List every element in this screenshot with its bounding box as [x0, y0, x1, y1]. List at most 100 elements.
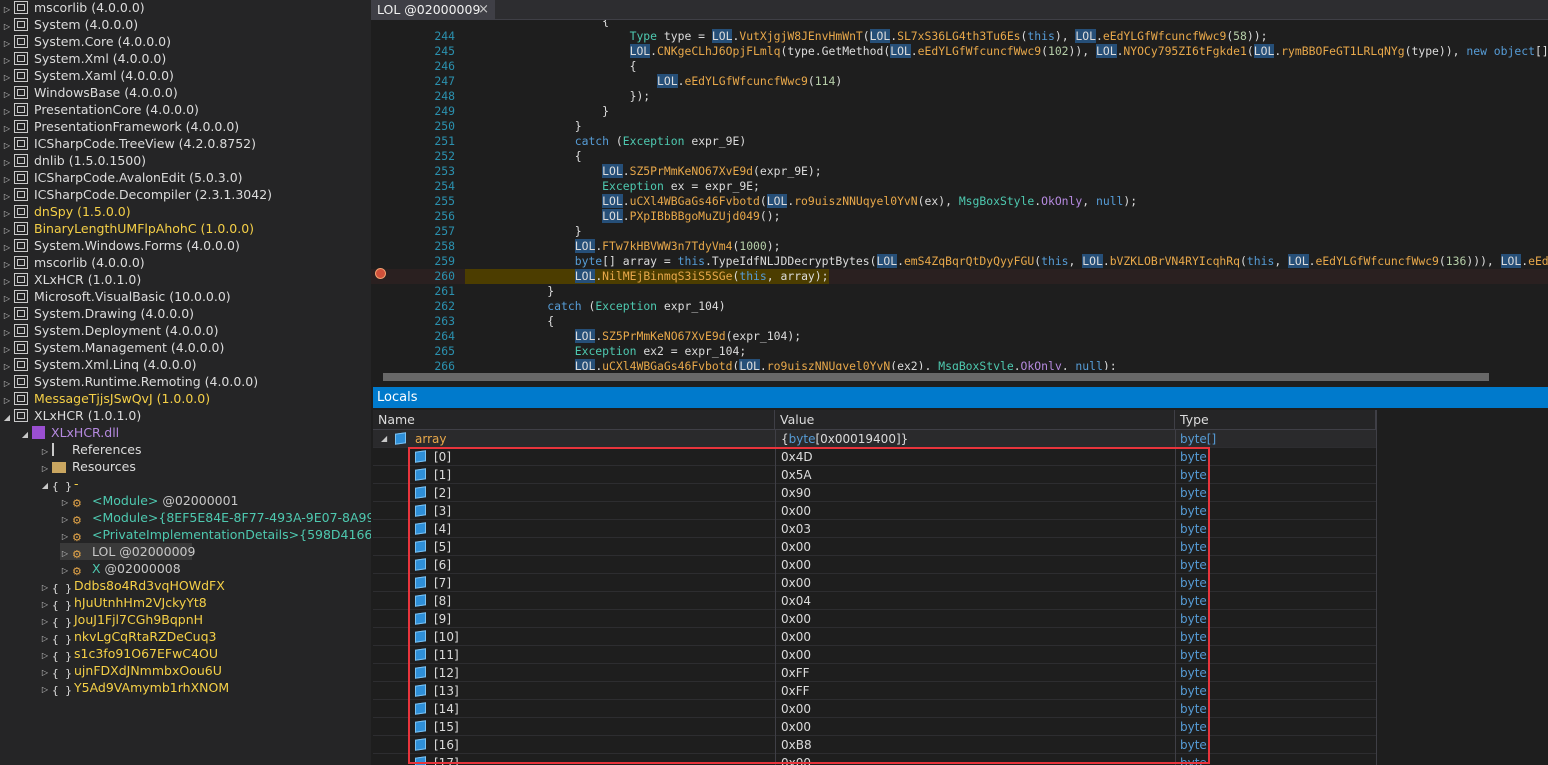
tree-assembly[interactable]: ▷ System.Drawing (4.0.0.0)	[2, 305, 194, 322]
column-name[interactable]: Name	[373, 410, 775, 430]
tree-type[interactable]: ▷ ⚙ <Module> @02000001	[60, 492, 239, 510]
value-cell[interactable]: 0x04	[775, 592, 1175, 610]
tree-assembly[interactable]: ◢ XLxHCR (1.0.1.0)	[2, 407, 141, 424]
locals-row-element[interactable]: [7] 0x00 byte	[373, 574, 1376, 592]
collapse-arrow-icon[interactable]: ◢	[381, 430, 387, 448]
value-cell[interactable]: 0x00	[775, 556, 1175, 574]
code-line[interactable]: 247 LOL.eEdYLGfWfcuncfWwc9(114)	[371, 74, 1548, 89]
horizontal-scrollbar[interactable]	[375, 370, 1548, 384]
tree-namespace[interactable]: ▷{ } nkvLgCqRtaRZDeCuq3	[40, 628, 217, 646]
close-icon[interactable]: ×	[478, 0, 489, 20]
tree-assembly[interactable]: ▷ ICSharpCode.TreeView (4.2.0.8752)	[2, 135, 256, 152]
tree-assembly[interactable]: ▷ Microsoft.VisualBasic (10.0.0.0)	[2, 288, 231, 305]
expand-arrow-icon[interactable]: ◢	[2, 409, 12, 426]
code-line[interactable]: 266 LOL.uCXl4WBGaGs46Fvbotd(LOL.ro9uiszN…	[371, 359, 1548, 370]
expand-arrow-icon[interactable]: ◢	[20, 426, 30, 443]
tree-assembly[interactable]: ▷ System.Runtime.Remoting (4.0.0.0)	[2, 373, 258, 390]
code-line[interactable]: 265 Exception ex2 = expr_104;	[371, 344, 1548, 359]
tree-namespace[interactable]: ▷{ } ujnFDXdJNmmbxOou6U	[40, 662, 222, 680]
tree-assembly[interactable]: ▷ ICSharpCode.AvalonEdit (5.0.3.0)	[2, 169, 243, 186]
locals-row-element[interactable]: [12] 0xFF byte	[373, 664, 1376, 682]
tree-assembly[interactable]: ▷ System.Xml.Linq (4.0.0.0)	[2, 356, 197, 373]
code-line[interactable]: 248 });	[371, 89, 1548, 104]
value-cell[interactable]: {byte[0x00019400]}	[775, 430, 1175, 448]
locals-row-element[interactable]: [0] 0x4D byte	[373, 448, 1376, 466]
locals-row-element[interactable]: [4] 0x03 byte	[373, 520, 1376, 538]
code-line[interactable]: 263 {	[371, 314, 1548, 329]
code-line[interactable]: 245 LOL.CNKgeCLhJ6OpjFLmlq(type.GetMetho…	[371, 44, 1548, 59]
value-cell[interactable]: 0x5A	[775, 466, 1175, 484]
tree-type[interactable]: ▷ ⚙ X @02000008	[60, 560, 181, 578]
tree-namespace-root[interactable]: ◢{ } -	[40, 475, 79, 494]
locals-row-element[interactable]: [13] 0xFF byte	[373, 682, 1376, 700]
code-line[interactable]: 255 LOL.uCXl4WBGaGs46Fvbotd(LOL.ro9uiszN…	[371, 194, 1548, 209]
tree-assembly[interactable]: ▷ XLxHCR (1.0.1.0)	[2, 271, 141, 288]
tree-assembly[interactable]: ▷ System.Xml (4.0.0.0)	[2, 50, 166, 67]
code-line[interactable]: 244 Type type = LOL.VutXjgjW8JEnvHmWnT(L…	[371, 29, 1548, 44]
code-line[interactable]: 264 LOL.SZ5PrMmKeNO67XvE9d(expr_104);	[371, 329, 1548, 344]
value-cell[interactable]: 0x00	[775, 574, 1175, 592]
locals-row-element[interactable]: [3] 0x00 byte	[373, 502, 1376, 520]
tree-assembly[interactable]: ▷ System.Core (4.0.0.0)	[2, 33, 171, 50]
tree-assembly[interactable]: ▷ ICSharpCode.Decompiler (2.3.1.3042)	[2, 186, 272, 203]
locals-row-element[interactable]: [10] 0x00 byte	[373, 628, 1376, 646]
locals-row-element[interactable]: [9] 0x00 byte	[373, 610, 1376, 628]
tree-assembly[interactable]: ▷ System.Deployment (4.0.0.0)	[2, 322, 219, 339]
tree-assembly[interactable]: ▷ MessageTjjsJSwQvJ (1.0.0.0)	[2, 390, 210, 407]
code-line[interactable]: 249 }	[371, 104, 1548, 119]
code-line[interactable]: 246 {	[371, 59, 1548, 74]
locals-row-element[interactable]: [17] 0x00 byte	[373, 754, 1376, 765]
code-line[interactable]: 260 LOL.NilMEjBinmqS3iS5SGe(this, array)…	[371, 269, 1548, 284]
code-line[interactable]: 251 catch (Exception expr_9E)	[371, 134, 1548, 149]
tab-lol[interactable]: LOL @02000009 ×	[371, 0, 495, 20]
value-cell[interactable]: 0x00	[775, 718, 1175, 736]
column-value[interactable]: Value	[775, 410, 1175, 430]
tree-type[interactable]: ▷ ⚙ <Module>{8EF5E84E-8F77-493A-9E07-8A993…	[60, 509, 371, 527]
value-cell[interactable]: 0x4D	[775, 448, 1175, 466]
value-cell[interactable]: 0xFF	[775, 664, 1175, 682]
tree-assembly[interactable]: ▷ System.Xaml (4.0.0.0)	[2, 67, 174, 84]
code-editor[interactable]: {244 Type type = LOL.VutXjgjW8JEnvHmWnT(…	[371, 20, 1548, 370]
locals-row-element[interactable]: [16] 0xB8 byte	[373, 736, 1376, 754]
tree-namespace[interactable]: ▷{ } hJuUtnhHm2VJckyYt8	[40, 594, 207, 612]
code-line[interactable]: 253 LOL.SZ5PrMmKeNO67XvE9d(expr_9E);	[371, 164, 1548, 179]
expand-arrow-icon[interactable]: ◢	[40, 477, 50, 494]
value-cell[interactable]: 0x00	[775, 538, 1175, 556]
value-cell[interactable]: 0x00	[775, 646, 1175, 664]
tree-assembly[interactable]: ▷ System (4.0.0.0)	[2, 16, 138, 33]
locals-row-array[interactable]: ◢ array {byte[0x00019400]} byte[]	[373, 430, 1376, 448]
value-cell[interactable]: 0x00	[775, 628, 1175, 646]
value-cell[interactable]: 0x90	[775, 484, 1175, 502]
tree-namespace[interactable]: ▷{ } Ddbs8o4Rd3vqHOWdFX	[40, 577, 225, 595]
tree-assembly[interactable]: ▷ BinaryLengthUMFlpAhohC (1.0.0.0)	[2, 220, 254, 237]
scrollbar-thumb[interactable]	[383, 373, 1489, 381]
code-line[interactable]: 252 {	[371, 149, 1548, 164]
code-line[interactable]: 262 catch (Exception expr_104)	[371, 299, 1548, 314]
breakpoint-icon[interactable]	[375, 268, 386, 279]
expand-arrow-icon[interactable]: ▷	[40, 681, 50, 698]
value-cell[interactable]: 0x00	[775, 610, 1175, 628]
tree-assembly[interactable]: ▷ PresentationCore (4.0.0.0)	[2, 101, 199, 118]
value-cell[interactable]: 0x00	[775, 754, 1175, 765]
locals-row-element[interactable]: [11] 0x00 byte	[373, 646, 1376, 664]
tree-resources[interactable]: ▷ Resources	[40, 458, 136, 475]
column-type[interactable]: Type	[1175, 410, 1376, 430]
tree-assembly[interactable]: ▷ System.Management (4.0.0.0)	[2, 339, 224, 356]
locals-row-element[interactable]: [15] 0x00 byte	[373, 718, 1376, 736]
tree-assembly[interactable]: ▷ dnSpy (1.5.0.0)	[2, 203, 131, 220]
value-cell[interactable]: 0x03	[775, 520, 1175, 538]
locals-row-element[interactable]: [14] 0x00 byte	[373, 700, 1376, 718]
code-line[interactable]: 250 }	[371, 119, 1548, 134]
locals-row-element[interactable]: [8] 0x04 byte	[373, 592, 1376, 610]
value-cell[interactable]: 0x00	[775, 502, 1175, 520]
value-cell[interactable]: 0x00	[775, 700, 1175, 718]
tree-namespace[interactable]: ▷{ } JouJ1Fjl7CGh9BqpnH	[40, 611, 203, 629]
code-line[interactable]: 258 LOL.FTw7kHBVWW3n7TdyVm4(1000);	[371, 239, 1548, 254]
locals-row-element[interactable]: [6] 0x00 byte	[373, 556, 1376, 574]
tree-type[interactable]: ▷ ⚙ <PrivateImplementationDetails>{598D416…	[60, 526, 371, 544]
tree-type[interactable]: ▷ ⚙ LOL @02000009	[60, 543, 195, 561]
tree-assembly[interactable]: ▷ mscorlib (4.0.0.0)	[2, 0, 145, 16]
tree-assembly[interactable]: ▷ mscorlib (4.0.0.0)	[2, 254, 145, 271]
value-cell[interactable]: 0xB8	[775, 736, 1175, 754]
code-line[interactable]: 256 LOL.PXpIBbBBgoMuZUjd049();	[371, 209, 1548, 224]
